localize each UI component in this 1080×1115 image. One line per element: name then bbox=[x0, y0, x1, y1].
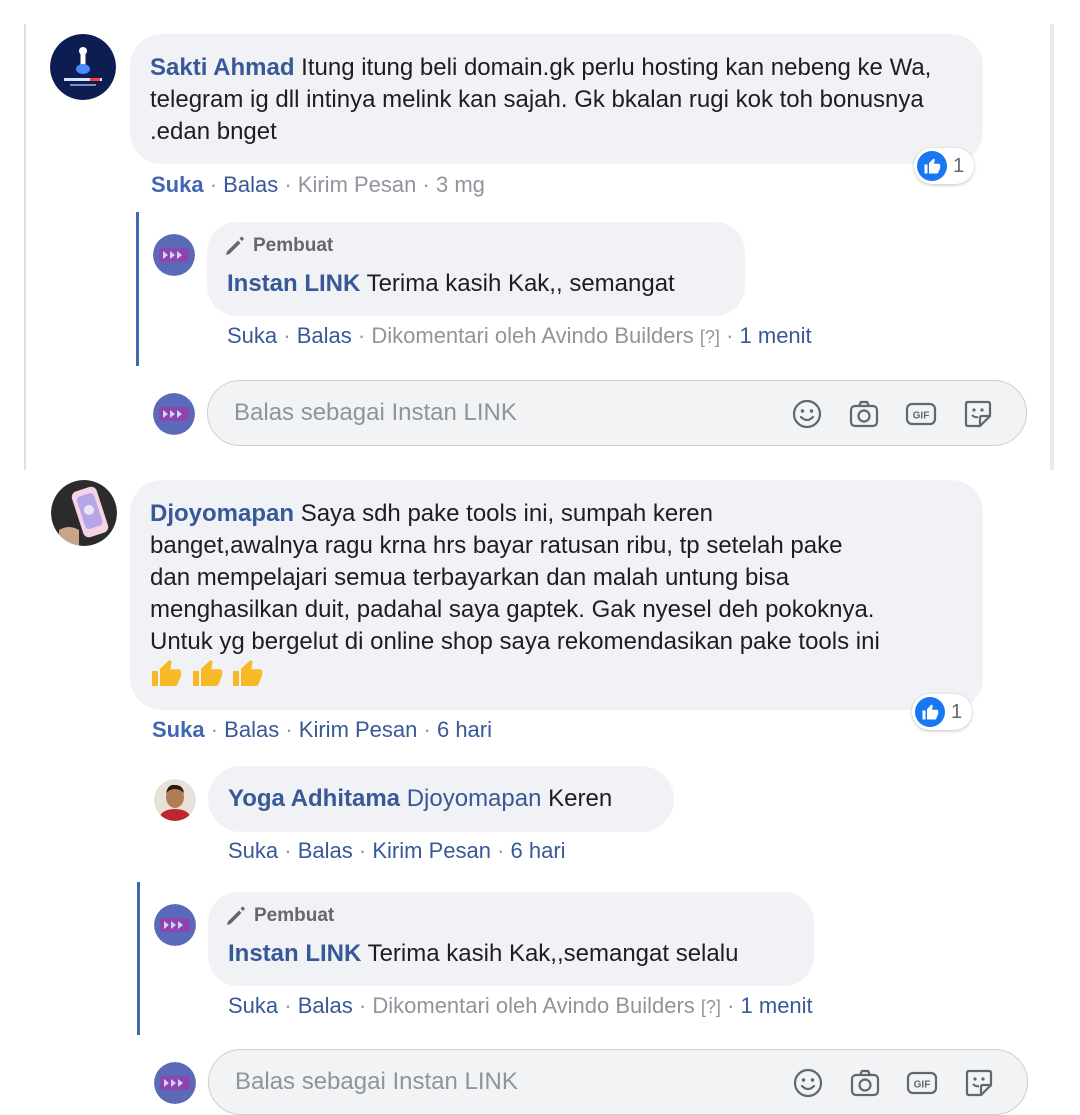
commented-by-text: Dikomentari oleh Avindo Builders bbox=[372, 993, 695, 1018]
reply-author[interactable]: Yoga Adhitama bbox=[228, 785, 400, 812]
sticker-icon[interactable] bbox=[963, 1067, 995, 1099]
reply-body: Instan LINK Terima kasih Kak,, semangat bbox=[227, 268, 675, 300]
reply-text: Keren bbox=[548, 785, 613, 812]
author-badge: Pembuat bbox=[224, 900, 334, 932]
smiley-icon[interactable] bbox=[791, 398, 823, 430]
thread-line bbox=[136, 212, 139, 366]
gif-icon[interactable]: GIF bbox=[906, 1067, 938, 1099]
reaction-summary[interactable]: 1 bbox=[914, 148, 975, 184]
reply-link[interactable]: Balas bbox=[223, 172, 278, 197]
emoji-row bbox=[150, 658, 980, 693]
reply-author[interactable]: Instan LINK bbox=[228, 940, 361, 967]
like-link[interactable]: Suka bbox=[228, 993, 278, 1018]
reply-composer: GIF bbox=[208, 1049, 1028, 1115]
avatar-sakti-ahmad[interactable] bbox=[50, 34, 116, 100]
reply-author[interactable]: Instan LINK bbox=[227, 270, 360, 297]
thumbs-up-emoji-icon bbox=[192, 660, 222, 686]
like-link[interactable]: Suka bbox=[228, 838, 278, 863]
comment-actions: Suka · Balas · Kirim Pesan · 3 mg bbox=[151, 172, 485, 197]
thread-line bbox=[137, 882, 140, 1035]
comment-bubble: Djoyomapan Saya sdh pake tools ini, sump… bbox=[130, 480, 983, 710]
reply-input[interactable] bbox=[235, 1062, 755, 1102]
reply-bubble: Yoga Adhitama Djoyomapan Keren bbox=[208, 766, 674, 832]
reaction-summary[interactable]: 1 bbox=[912, 694, 973, 730]
avatar-djoyomapan[interactable] bbox=[51, 480, 117, 546]
like-reaction-icon bbox=[915, 697, 945, 727]
like-link[interactable]: Suka bbox=[151, 172, 204, 197]
panel-right-border bbox=[1050, 24, 1054, 470]
svg-text:GIF: GIF bbox=[913, 411, 930, 422]
comment-author[interactable]: Sakti Ahmad bbox=[150, 54, 294, 81]
author-badge: Pembuat bbox=[223, 230, 333, 262]
avatar-instan-link bbox=[153, 393, 195, 435]
help-link[interactable]: [?] bbox=[700, 327, 720, 347]
like-link[interactable]: Suka bbox=[227, 323, 277, 348]
comment-text-line: dan mempelajari semua terbayarkan dan ma… bbox=[150, 564, 790, 591]
badge-label: Pembuat bbox=[254, 905, 335, 926]
reply-link[interactable]: Balas bbox=[298, 993, 353, 1018]
reply-composer: GIF bbox=[207, 380, 1027, 446]
send-message-link[interactable]: Kirim Pesan bbox=[298, 172, 417, 197]
reply-link[interactable]: Balas bbox=[224, 717, 279, 742]
reply-body: Yoga Adhitama Djoyomapan Keren bbox=[228, 783, 612, 815]
comment-author[interactable]: Djoyomapan bbox=[150, 500, 294, 527]
reply-bubble: Pembuat Instan LINK Terima kasih Kak,, s… bbox=[207, 222, 745, 316]
comment-body: Sakti Ahmad Itung itung beli domain.gk p… bbox=[150, 52, 950, 148]
reply-link[interactable]: Balas bbox=[297, 323, 352, 348]
avatar-instan-link bbox=[154, 1062, 196, 1104]
smiley-icon[interactable] bbox=[792, 1067, 824, 1099]
send-message-link[interactable]: Kirim Pesan bbox=[299, 717, 418, 742]
like-link[interactable]: Suka bbox=[152, 717, 205, 742]
comment-body: Djoyomapan Saya sdh pake tools ini, sump… bbox=[150, 498, 980, 693]
comment-text-line: Saya sdh pake tools ini, sumpah keren bbox=[300, 500, 713, 527]
timestamp[interactable]: 6 hari bbox=[511, 838, 566, 863]
help-link[interactable]: [?] bbox=[701, 997, 721, 1017]
reply-text: Terima kasih Kak,, semangat bbox=[366, 270, 675, 297]
reply-body: Instan LINK Terima kasih Kak,,semangat s… bbox=[228, 938, 738, 970]
pen-icon bbox=[227, 906, 245, 925]
reply-text: Terima kasih Kak,,semangat selalu bbox=[367, 940, 739, 967]
thumbs-up-emoji-icon bbox=[233, 660, 263, 686]
timestamp[interactable]: 1 menit bbox=[741, 993, 813, 1018]
like-reaction-icon bbox=[917, 151, 947, 181]
camera-icon[interactable] bbox=[849, 1067, 881, 1099]
reply-actions: Suka · Balas · Dikomentari oleh Avindo B… bbox=[227, 323, 812, 348]
comment-text-line: banget,awalnya ragu krna hrs bayar ratus… bbox=[150, 532, 843, 559]
reaction-count: 1 bbox=[951, 700, 963, 723]
pen-icon bbox=[226, 236, 244, 255]
avatar-yoga-adhitama[interactable] bbox=[154, 779, 196, 821]
sticker-icon[interactable] bbox=[962, 398, 994, 430]
badge-label: Pembuat bbox=[253, 235, 334, 256]
svg-text:GIF: GIF bbox=[914, 1080, 931, 1091]
camera-icon[interactable] bbox=[848, 398, 880, 430]
reply-link[interactable]: Balas bbox=[298, 838, 353, 863]
send-message-link[interactable]: Kirim Pesan bbox=[372, 838, 491, 863]
reply-bubble: Pembuat Instan LINK Terima kasih Kak,,se… bbox=[208, 892, 814, 986]
reaction-count: 1 bbox=[953, 154, 965, 177]
reply-actions: Suka · Balas · Kirim Pesan · 6 hari bbox=[228, 838, 566, 863]
comment-bubble: Sakti Ahmad Itung itung beli domain.gk p… bbox=[130, 34, 983, 164]
timestamp[interactable]: 6 hari bbox=[437, 717, 492, 742]
mention-link[interactable]: Djoyomapan bbox=[407, 785, 542, 812]
reply-actions: Suka · Balas · Dikomentari oleh Avindo B… bbox=[228, 993, 813, 1018]
comment-text-line: Untuk yg bergelut di online shop saya re… bbox=[150, 628, 880, 655]
comment-actions: Suka · Balas · Kirim Pesan · 6 hari bbox=[152, 717, 493, 742]
panel-left-border bbox=[24, 24, 26, 470]
avatar-instan-link[interactable] bbox=[153, 234, 195, 276]
timestamp[interactable]: 1 menit bbox=[740, 323, 812, 348]
thumbs-up-emoji-icon bbox=[152, 660, 182, 686]
comment-text-line: menghasilkan duit, padahal saya gaptek. … bbox=[150, 596, 875, 623]
timestamp[interactable]: 3 mg bbox=[436, 172, 485, 197]
commented-by-text: Dikomentari oleh Avindo Builders bbox=[371, 323, 694, 348]
gif-icon[interactable]: GIF bbox=[905, 398, 937, 430]
avatar-instan-link[interactable] bbox=[154, 904, 196, 946]
reply-input[interactable] bbox=[234, 393, 754, 433]
